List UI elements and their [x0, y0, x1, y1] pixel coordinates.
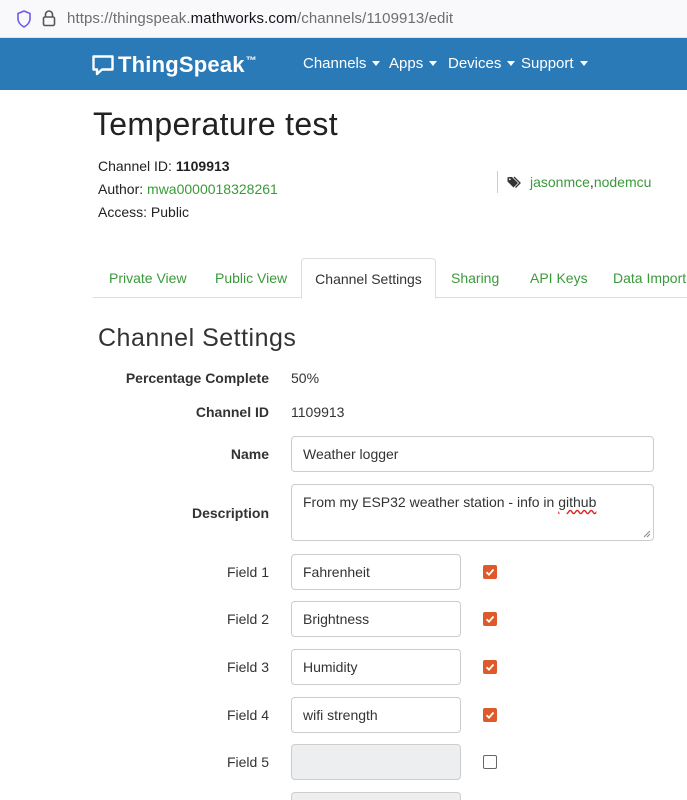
description-textarea[interactable]: From my ESP32 weather station - info in … [291, 484, 654, 541]
top-navbar: ThingSpeak ™ Channels Apps Devices Suppo… [0, 38, 687, 90]
resize-grip-icon[interactable] [643, 530, 651, 538]
field-3-input[interactable]: Humidity [291, 649, 461, 685]
description-label: Description [191, 505, 269, 521]
shield-icon[interactable] [16, 10, 32, 28]
channel-id-label: Channel ID [195, 404, 269, 420]
tab-private-view[interactable]: Private View [109, 258, 187, 298]
field-4-input[interactable]: wifi strength [291, 697, 461, 733]
check-icon [485, 615, 495, 624]
field-3-label: Field 3 [226, 659, 269, 675]
field-5-checkbox[interactable] [483, 755, 497, 769]
author-link[interactable]: mwa0000018328261 [147, 181, 278, 197]
tags-icon [507, 176, 521, 188]
field-3-checkbox[interactable] [483, 660, 497, 674]
field-2-input[interactable]: Brightness [291, 601, 461, 637]
name-label: Name [230, 446, 269, 462]
field-1-checkbox[interactable] [483, 565, 497, 579]
percentage-label: Percentage Complete [125, 370, 269, 386]
brand-name: ThingSpeak [118, 52, 245, 77]
description-text: From my ESP32 weather station - info in [303, 494, 559, 510]
channel-tags: jasonmce, nodemcu [497, 171, 651, 193]
chevron-down-icon [507, 61, 516, 66]
access-line: Access: Public [98, 204, 189, 220]
field-6-input[interactable] [291, 792, 461, 800]
author-line: Author: mwa0000018328261 [98, 181, 278, 197]
url-text[interactable]: https://thingspeak.mathworks.com/channel… [67, 10, 453, 27]
author-label: Author: [98, 181, 148, 197]
section-title: Channel Settings [98, 324, 297, 352]
access-value: Public [150, 204, 190, 220]
tab-channel-settings[interactable]: Channel Settings [301, 258, 436, 299]
channel-id-value: 1109913 [291, 404, 345, 420]
tab-sharing[interactable]: Sharing [451, 258, 499, 298]
url-prefix: https://thingspeak. [67, 10, 191, 27]
name-input[interactable]: Weather logger [291, 436, 654, 472]
check-icon [485, 568, 495, 577]
chevron-down-icon [579, 61, 588, 66]
nav-support[interactable]: Support [521, 55, 588, 72]
chevron-down-icon [372, 61, 381, 66]
channel-tabs: Private View Public View Channel Setting… [93, 258, 687, 299]
tab-data-import[interactable]: Data Import [613, 258, 686, 298]
field-4-checkbox[interactable] [483, 708, 497, 722]
url-path: /channels/1109913/edit [296, 10, 454, 27]
lock-icon[interactable] [42, 9, 56, 27]
field-1-input[interactable]: Fahrenheit [291, 554, 461, 590]
speech-bubble-icon [92, 55, 114, 76]
url-host: mathworks.com [190, 10, 297, 27]
nav-channels[interactable]: Channels [303, 55, 381, 72]
field-5-label: Field 5 [226, 754, 269, 770]
channel-id-label: Channel ID: [98, 158, 176, 174]
nav-devices[interactable]: Devices [448, 55, 516, 72]
nav-apps-label: Apps [389, 55, 424, 72]
nav-channels-label: Channels [303, 55, 367, 72]
brand-trademark: ™ [245, 54, 257, 67]
field-1-label: Field 1 [226, 564, 269, 580]
page-title: Temperature test [93, 106, 338, 142]
nav-devices-label: Devices [448, 55, 502, 72]
field-2-checkbox[interactable] [483, 612, 497, 626]
description-misspelled-word: github [558, 494, 597, 510]
check-icon [485, 663, 495, 672]
access-label: Access: [98, 204, 151, 220]
field-4-label: Field 4 [226, 707, 269, 723]
channel-id-line: Channel ID: 1109913 [98, 158, 230, 174]
tag-link[interactable]: jasonmce [530, 174, 590, 190]
nav-apps[interactable]: Apps [389, 55, 438, 72]
field-5-input[interactable] [291, 744, 461, 780]
tab-public-view[interactable]: Public View [215, 258, 287, 298]
channel-id-value: 1109913 [175, 158, 230, 174]
nav-support-label: Support [521, 55, 574, 72]
field-2-label: Field 2 [226, 611, 269, 627]
brand-logo[interactable]: ThingSpeak ™ [91, 51, 257, 79]
check-icon [485, 711, 495, 720]
chevron-down-icon [429, 61, 438, 66]
tab-api-keys[interactable]: API Keys [530, 258, 588, 298]
percentage-value: 50% [291, 370, 320, 386]
browser-url-bar[interactable]: https://thingspeak.mathworks.com/channel… [0, 0, 687, 38]
tag-link[interactable]: nodemcu [594, 174, 652, 190]
